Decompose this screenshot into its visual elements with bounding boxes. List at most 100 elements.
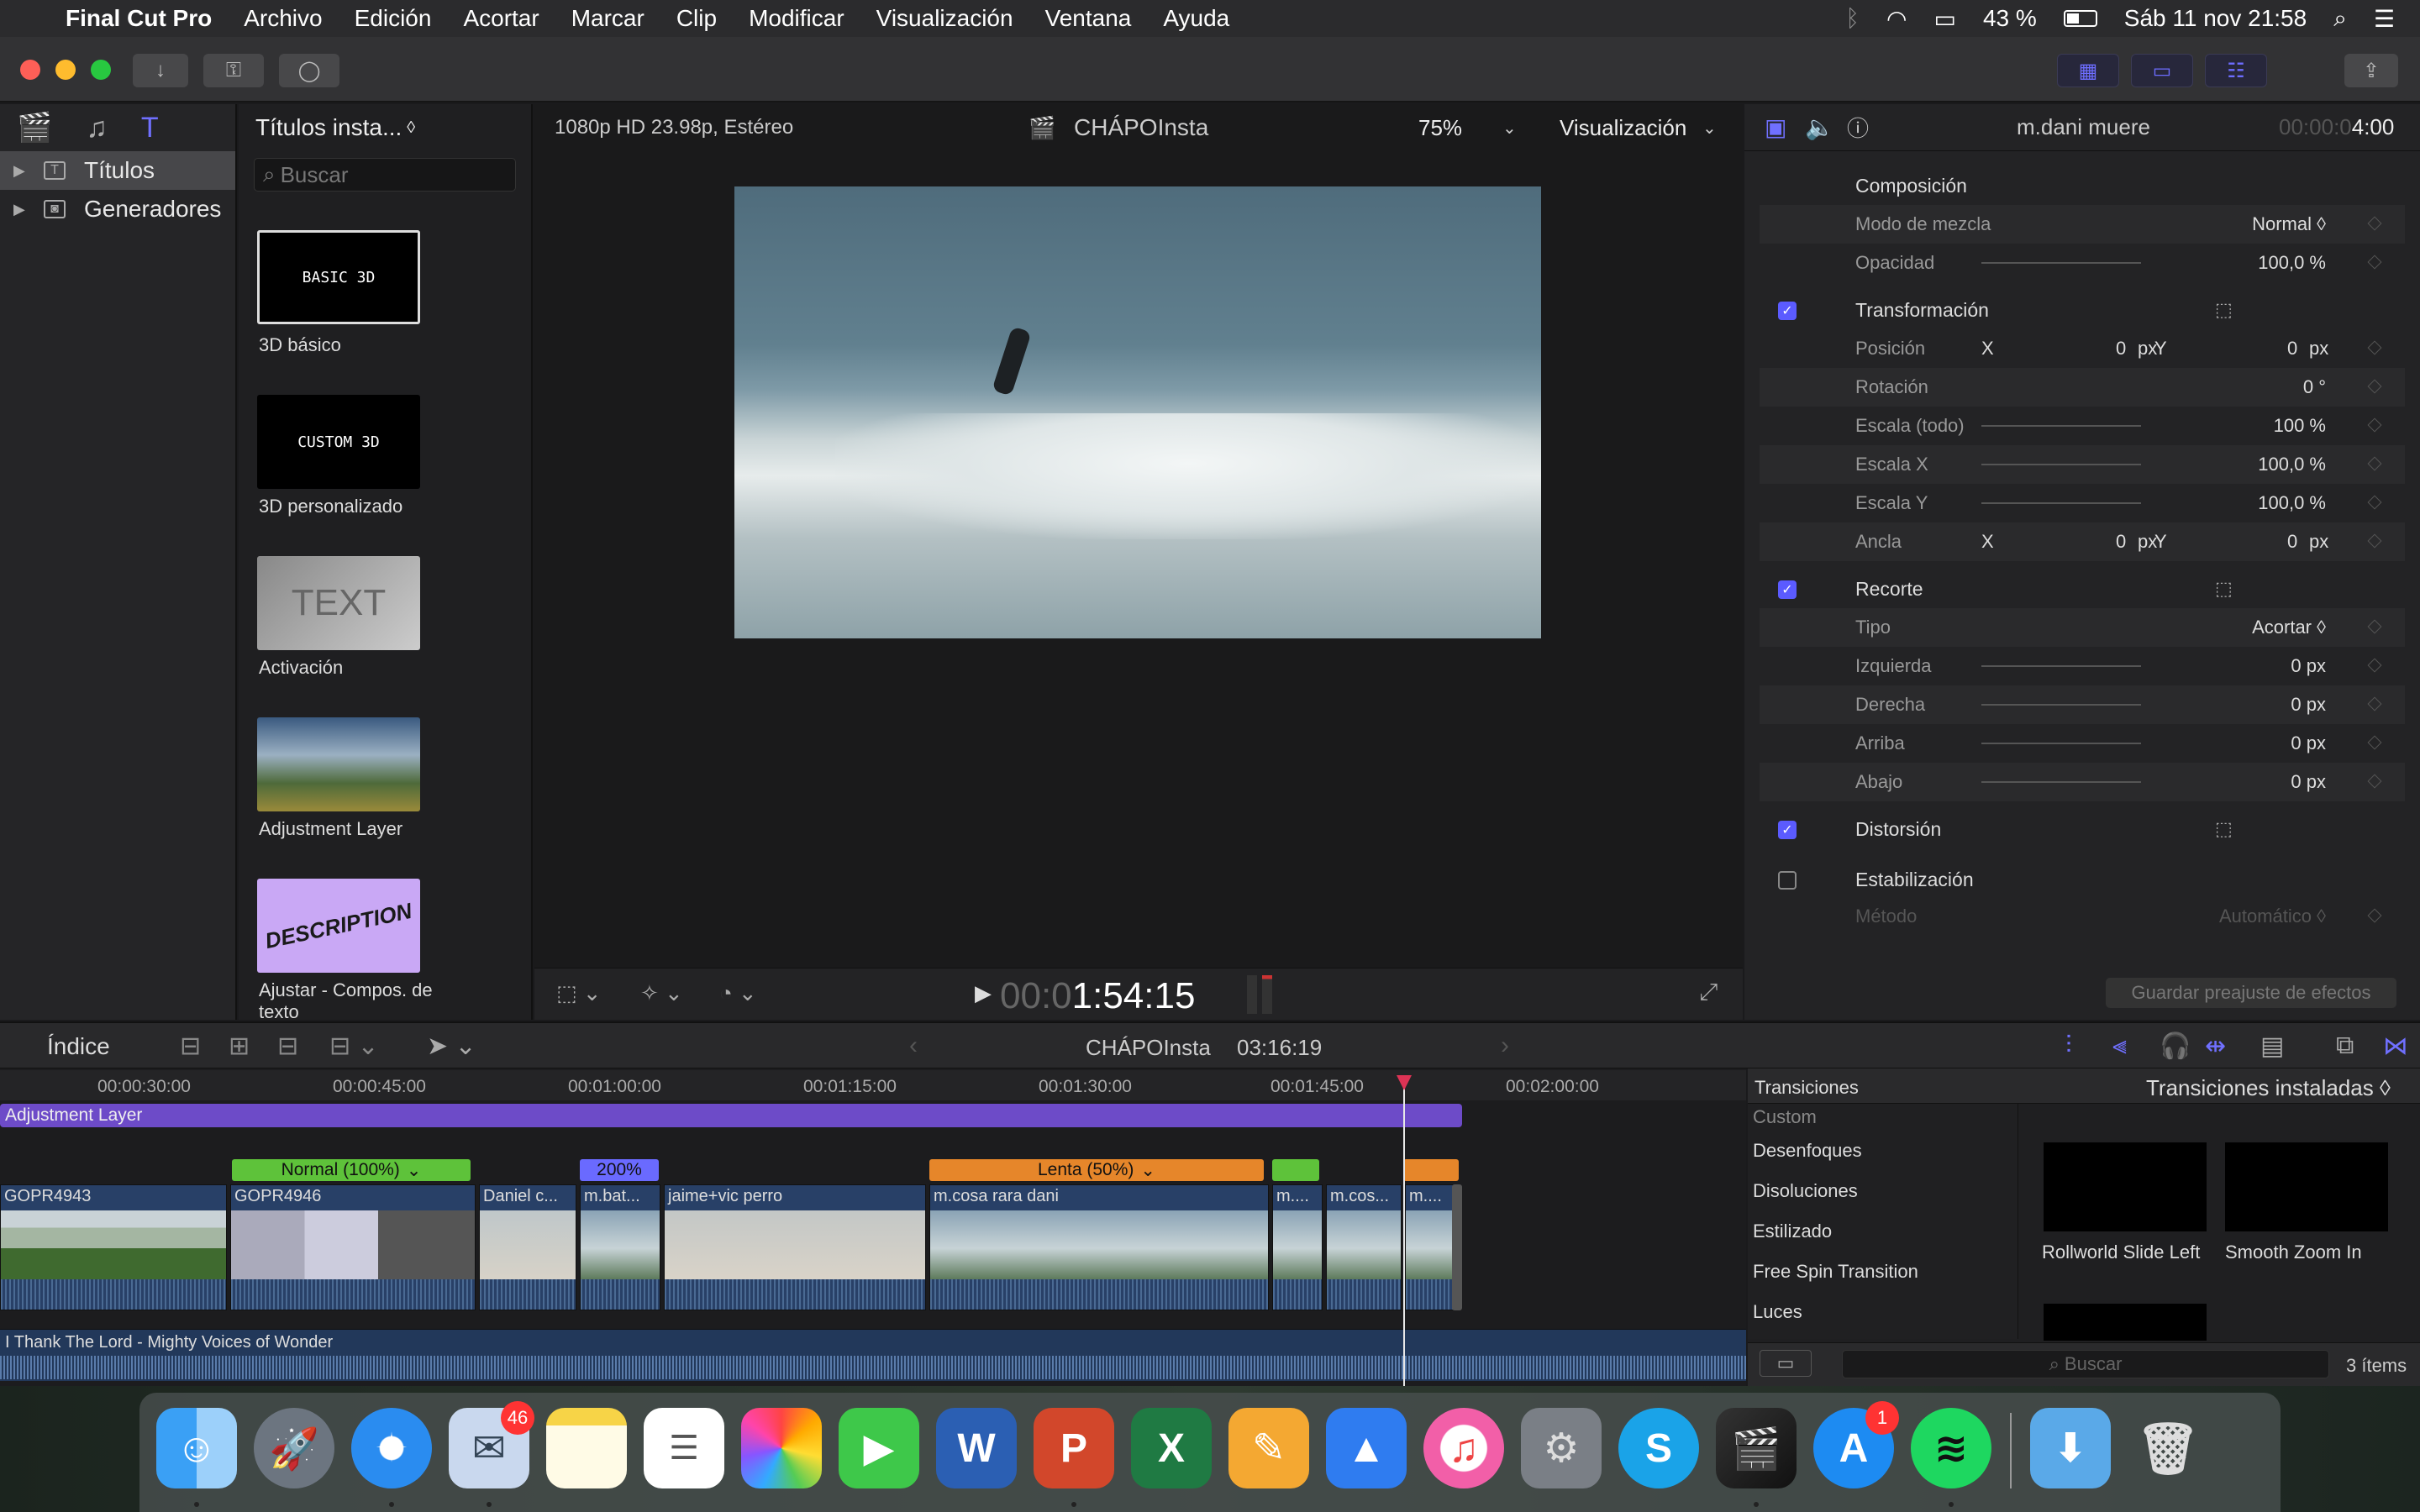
keyframe-icon[interactable]: [2367, 735, 2382, 750]
inspector-value[interactable]: Normal ◊: [2252, 213, 2326, 235]
menu-edicion[interactable]: Edición: [355, 5, 432, 32]
fullscreen-icon[interactable]: ⤢: [1699, 979, 1718, 1006]
back-arrow-icon[interactable]: ‹: [909, 1032, 918, 1060]
headphones-icon[interactable]: 🎧: [2160, 1032, 2191, 1061]
connect-clip-icon[interactable]: ⊟: [180, 1032, 201, 1061]
speed-bar-normal[interactable]: Normal (100%) ⌄: [232, 1159, 471, 1181]
system-preferences-icon[interactable]: ⚙: [1521, 1408, 1602, 1488]
inspector-value[interactable]: 100,0 %: [2258, 454, 2326, 475]
inspector-value[interactable]: Acortar ◊: [2252, 617, 2326, 638]
keyframe-icon[interactable]: [2367, 619, 2382, 634]
audio-clip[interactable]: I Thank The Lord - Mighty Voices of Wond…: [0, 1329, 1746, 1381]
adjustment-layer-clip[interactable]: Adjustment Layer: [0, 1104, 1462, 1127]
transition-thumb-rollworld[interactable]: [2044, 1142, 2207, 1231]
clip-gopr4943[interactable]: GOPR4943: [0, 1184, 227, 1310]
video-inspector-icon[interactable]: ▣: [1765, 113, 1786, 141]
sidebar-item-titulos[interactable]: ▶ T Títulos: [0, 151, 235, 190]
speed-bar-lenta[interactable]: Lenta (50%) ⌄: [929, 1159, 1264, 1181]
inspector-value[interactable]: 100,0 %: [2258, 492, 2326, 514]
value-slider[interactable]: [1981, 704, 2141, 706]
value-slider[interactable]: [1981, 262, 2141, 264]
excel-icon[interactable]: X: [1131, 1408, 1212, 1488]
transition-category[interactable]: Desenfoques: [1753, 1134, 1862, 1168]
chevron-down-icon[interactable]: ⌄: [1502, 118, 1517, 139]
value-slider[interactable]: [1981, 781, 2141, 783]
value-slider[interactable]: [1981, 425, 2141, 427]
value-slider[interactable]: [1981, 665, 2141, 667]
disclosure-triangle-icon[interactable]: ▶: [13, 201, 44, 218]
clip-daniel[interactable]: Daniel c...: [479, 1184, 576, 1310]
clip-m-cos[interactable]: m.cos...: [1326, 1184, 1402, 1310]
clapper-icon[interactable]: 🎬: [17, 111, 52, 144]
powerpoint-icon[interactable]: P: [1034, 1408, 1114, 1488]
menu-marcar[interactable]: Marcar: [571, 5, 644, 32]
speed-bar-200[interactable]: 200%: [580, 1159, 659, 1181]
browser-title[interactable]: Títulos insta... ◊: [239, 104, 531, 151]
section-checkbox[interactable]: ✓: [1778, 580, 1797, 599]
keyframe-icon[interactable]: [2367, 696, 2382, 711]
menu-ventana[interactable]: Ventana: [1045, 5, 1132, 32]
transition-thumb[interactable]: [2044, 1304, 2207, 1341]
zoom-window-button[interactable]: [91, 60, 111, 80]
finder-icon[interactable]: ☺: [156, 1408, 237, 1488]
value-slider[interactable]: [1981, 502, 2141, 504]
installed-transitions-menu[interactable]: Transiciones instaladas ◊: [2146, 1075, 2391, 1101]
inspector-row[interactable]: ✓ ⬚ Distorsión: [1760, 810, 2405, 848]
sidebar-toggle-icon[interactable]: ▭: [1760, 1350, 1812, 1377]
keyframe-icon[interactable]: [2367, 379, 2382, 394]
inspector-value[interactable]: 0 px: [2291, 694, 2326, 716]
audio-skimming-icon[interactable]: ⫷: [2112, 1032, 2127, 1060]
clip-m-bat[interactable]: m.bat...: [580, 1184, 660, 1310]
notification-center-icon[interactable]: ☰: [2374, 5, 2395, 33]
inspector-value[interactable]: 0 °: [2303, 376, 2326, 398]
menu-app[interactable]: Final Cut Pro: [66, 5, 212, 32]
music-photo-icon[interactable]: ♫: [86, 112, 108, 144]
safari-icon[interactable]: ✦: [351, 1408, 432, 1488]
transition-thumb-smooth-zoom[interactable]: [2225, 1142, 2388, 1231]
video-frame[interactable]: [734, 186, 1541, 638]
title-tile-activacion[interactable]: TEXT: [257, 556, 420, 650]
timecode-display[interactable]: 00:01:54:15: [1000, 975, 1195, 1017]
section-checkbox[interactable]: ✓: [1778, 821, 1797, 839]
section-checkbox[interactable]: ✓: [1778, 302, 1797, 320]
transition-category[interactable]: Luces: [1753, 1295, 1802, 1329]
keyframe-icon[interactable]: [2367, 533, 2382, 549]
battery-icon[interactable]: [2063, 10, 2097, 27]
transition-category[interactable]: Estilizado: [1753, 1215, 1832, 1248]
clip-jaime-vic[interactable]: jaime+vic perro: [664, 1184, 926, 1310]
clip-m-1[interactable]: m....: [1272, 1184, 1323, 1310]
transition-category[interactable]: Free Spin Transition: [1753, 1255, 1918, 1289]
facetime-icon[interactable]: ▶: [839, 1408, 919, 1488]
info-inspector-icon[interactable]: ⓘ: [1847, 112, 1869, 143]
effects-browser-icon[interactable]: ⧉: [2336, 1032, 2354, 1060]
retime-tool-icon[interactable]: ◔ ⌄: [719, 980, 757, 1006]
play-button[interactable]: ▶: [975, 980, 992, 1006]
forward-arrow-icon[interactable]: ›: [1501, 1032, 1509, 1060]
timeline[interactable]: 00:00:30:00 00:00:45:00 00:01:00:00 00:01:1…: [0, 1068, 1746, 1386]
trash-icon[interactable]: 🗑: [2128, 1408, 2208, 1488]
transition-category[interactable]: Disoluciones: [1753, 1174, 1858, 1208]
keyframe-icon[interactable]: [2367, 340, 2382, 355]
spotlight-icon[interactable]: ⌕: [2333, 5, 2347, 33]
overwrite-clip-icon[interactable]: ⊟ ⌄: [329, 1032, 379, 1061]
onscreen-control-icon[interactable]: ⬚: [2215, 818, 2233, 840]
inspector-value[interactable]: 0 px: [2291, 732, 2326, 754]
import-button[interactable]: ↓: [133, 54, 188, 87]
save-preset-button[interactable]: Guardar preajuste de efectos: [2106, 978, 2396, 1008]
title-tile-ajustar-texto[interactable]: DESCRIPTION: [257, 879, 420, 973]
menu-modificar[interactable]: Modificar: [749, 5, 844, 32]
keyframe-icon[interactable]: [2367, 417, 2382, 433]
speed-bar-segment[interactable]: [1403, 1159, 1459, 1181]
transitions-browser-icon[interactable]: ⋈: [2383, 1032, 2408, 1061]
playhead[interactable]: [1403, 1080, 1405, 1386]
insert-clip-icon[interactable]: ⊞: [229, 1032, 250, 1061]
timeline-end-handle[interactable]: [1452, 1184, 1462, 1310]
spotify-icon[interactable]: ≋: [1911, 1408, 1991, 1488]
menu-visualizacion[interactable]: Visualización: [876, 5, 1013, 32]
clip-gopr4946[interactable]: GOPR4946: [230, 1184, 476, 1310]
photos-icon[interactable]: [741, 1408, 822, 1488]
speed-bar-segment[interactable]: [1272, 1159, 1319, 1181]
wifi-icon[interactable]: ◠: [1886, 5, 1907, 33]
section-checkbox[interactable]: [1778, 871, 1797, 890]
select-tool-icon[interactable]: ➤ ⌄: [427, 1032, 476, 1061]
